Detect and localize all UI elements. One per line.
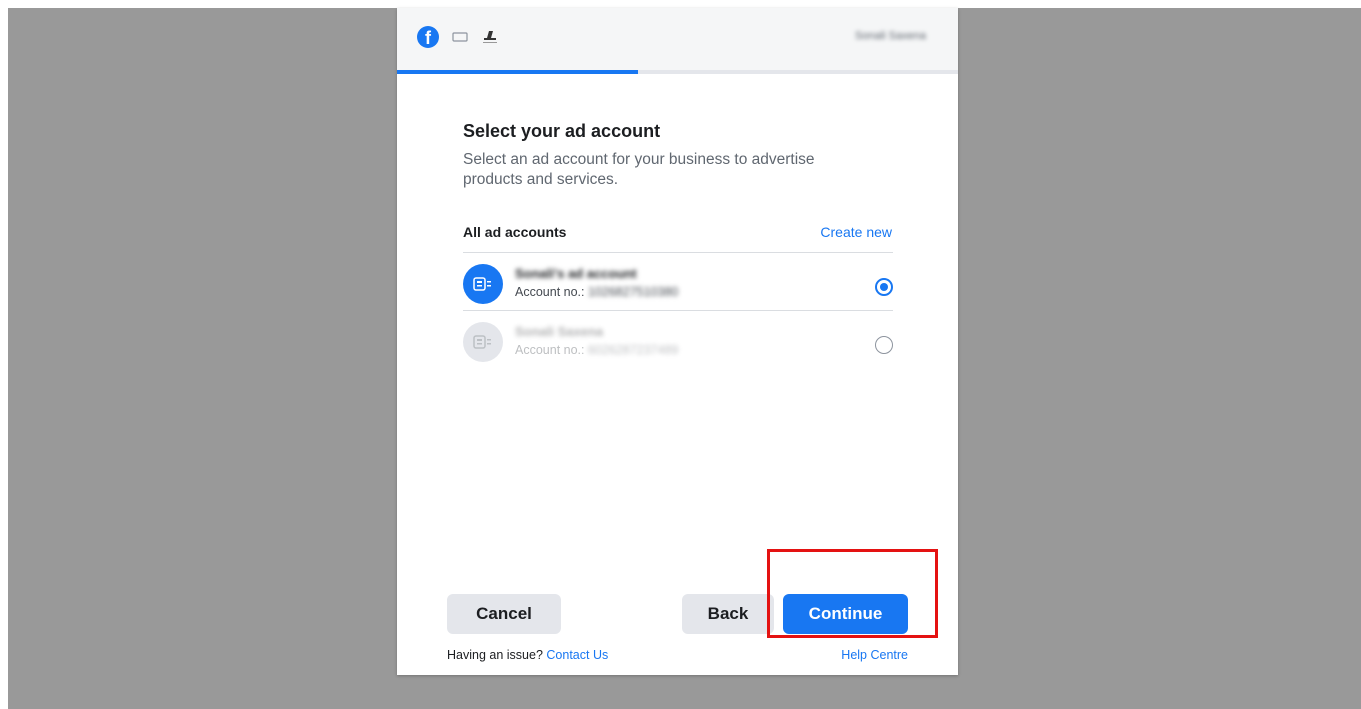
progress-fill <box>397 70 639 74</box>
continue-button[interactable]: Continue <box>783 594 908 634</box>
radio-unchecked-icon[interactable] <box>875 336 893 354</box>
ad-account-icon <box>463 322 503 362</box>
create-new-link[interactable]: Create new <box>820 224 892 240</box>
contact-us-link[interactable]: Contact Us <box>546 648 608 662</box>
account-list: Sonali's ad account Account no.: 1026827… <box>463 252 893 368</box>
radio-checked-icon[interactable] <box>875 278 893 296</box>
account-name: Sonali's ad account <box>515 266 637 281</box>
page-title: Select your ad account <box>463 121 661 141</box>
help-centre-link[interactable]: Help Centre <box>841 648 908 662</box>
account-number: Account no.: 1026827510380 <box>515 285 679 299</box>
ad-account-dialog: f Sonali Saxena Select your ad account S… <box>397 8 958 675</box>
account-row[interactable]: Sonali Saxena Account no.: 6026287237489 <box>463 311 893 368</box>
business-logo-icon <box>483 31 497 43</box>
link-icon <box>452 32 468 42</box>
progress-bar <box>397 70 958 74</box>
account-row[interactable]: Sonali's ad account Account no.: 1026827… <box>463 253 893 311</box>
ad-account-icon <box>463 264 503 304</box>
account-number: Account no.: 6026287237489 <box>515 343 679 357</box>
back-button[interactable]: Back <box>682 594 774 634</box>
section-label: All ad accounts <box>463 224 567 240</box>
page-subtitle: Select an ad account for your business t… <box>463 151 815 188</box>
dialog-header: f Sonali Saxena <box>397 8 958 71</box>
issue-text: Having an issue? Contact Us <box>447 648 609 662</box>
cancel-button[interactable]: Cancel <box>447 594 561 634</box>
account-name: Sonali Saxena <box>515 324 604 339</box>
user-name[interactable]: Sonali Saxena <box>855 30 926 42</box>
facebook-logo-icon: f <box>417 26 439 48</box>
